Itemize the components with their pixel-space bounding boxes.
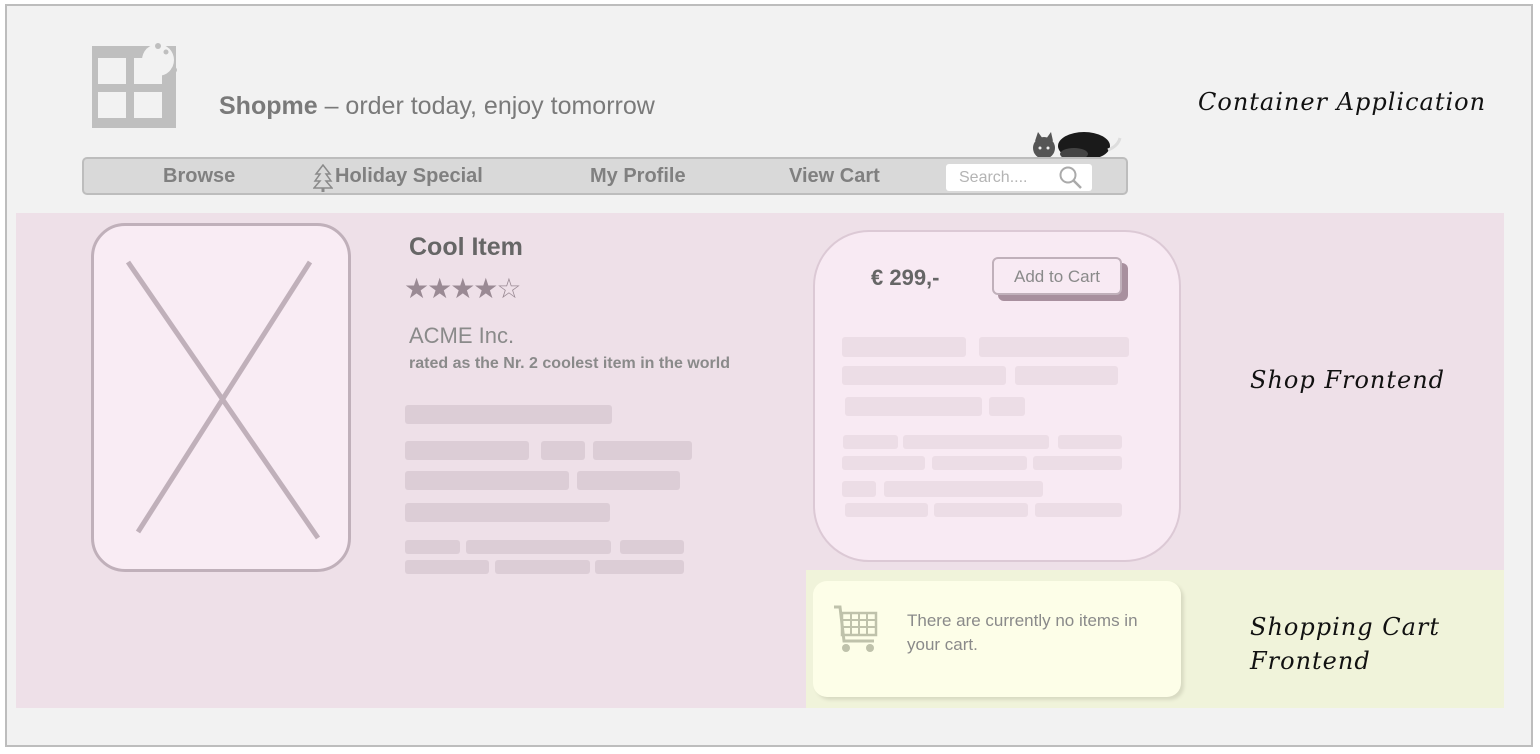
- rating-stars[interactable]: ★★★★☆: [404, 272, 522, 305]
- nav-browse[interactable]: Browse: [163, 165, 235, 188]
- text-placeholder-bar: [903, 435, 1049, 449]
- text-placeholder-bar: [595, 560, 684, 574]
- text-placeholder-bar: [1033, 456, 1122, 470]
- text-placeholder-bar: [842, 337, 966, 357]
- text-placeholder-bar: [405, 405, 612, 424]
- magnifier-icon[interactable]: [1058, 165, 1084, 191]
- text-placeholder-bar: [405, 560, 489, 574]
- label-container-application: Container Application: [1198, 88, 1487, 116]
- text-placeholder-bar: [845, 397, 982, 416]
- text-placeholder-bar: [541, 441, 585, 460]
- text-placeholder-bar: [466, 540, 611, 554]
- search-placeholder: Search....: [959, 169, 1028, 186]
- brand-title: Shopme – order today, enjoy tomorrow: [219, 92, 655, 121]
- text-placeholder-bar: [845, 503, 928, 517]
- text-placeholder-bar: [577, 471, 680, 490]
- text-placeholder-bar: [593, 441, 692, 460]
- text-placeholder-bar: [495, 560, 590, 574]
- cart-empty-message: There are currently no items in your car…: [907, 611, 1138, 654]
- text-placeholder-bar: [405, 441, 529, 460]
- search-input[interactable]: Search....: [946, 164, 1092, 191]
- logo-icon[interactable]: [90, 40, 182, 132]
- nav-holiday-special[interactable]: Holiday Special: [313, 164, 483, 192]
- text-placeholder-bar: [989, 397, 1025, 416]
- text-placeholder-bar: [1058, 435, 1122, 449]
- product-image[interactable]: [91, 223, 351, 572]
- text-placeholder-bar: [842, 456, 925, 470]
- product-maker[interactable]: ACME Inc.: [409, 323, 514, 349]
- text-placeholder-bar: [842, 366, 1006, 385]
- text-placeholder-bar: [843, 435, 898, 449]
- brand-name: Shopme: [219, 92, 318, 120]
- text-placeholder-bar: [1035, 503, 1122, 517]
- brand-tagline: – order today, enjoy tomorrow: [317, 92, 655, 120]
- nav-view-cart[interactable]: View Cart: [789, 165, 880, 188]
- label-shopping-cart-line2: Frontend: [1250, 647, 1371, 675]
- nav-holiday-special-label: Holiday Special: [335, 165, 483, 187]
- nav-my-profile[interactable]: My Profile: [590, 165, 686, 188]
- shopping-cart-icon[interactable]: [832, 603, 880, 660]
- label-shopping-cart-line1: Shopping Cart: [1250, 613, 1440, 641]
- label-shopping-cart-frontend: Shopping Cart Frontend: [1250, 610, 1440, 678]
- text-placeholder-bar: [884, 481, 1043, 497]
- text-placeholder-bar: [405, 540, 460, 554]
- tree-icon: [313, 164, 333, 192]
- text-placeholder-bar: [1015, 366, 1118, 385]
- text-placeholder-bar: [405, 471, 569, 490]
- add-to-cart-button[interactable]: Add to Cart: [992, 257, 1122, 295]
- product-price: € 299,-: [871, 265, 940, 290]
- text-placeholder-bar: [979, 337, 1129, 357]
- cat-icon: [1022, 128, 1122, 160]
- product-title: Cool Item: [409, 233, 523, 261]
- placeholder-image-icon: [125, 260, 321, 540]
- text-placeholder-bar: [934, 503, 1028, 517]
- text-placeholder-bar: [620, 540, 684, 554]
- text-placeholder-bar: [405, 503, 610, 522]
- rating-description: rated as the Nr. 2 coolest item in the w…: [409, 355, 730, 372]
- text-placeholder-bar: [842, 481, 876, 497]
- text-placeholder-bar: [932, 456, 1027, 470]
- label-shop-frontend: Shop Frontend: [1250, 366, 1446, 394]
